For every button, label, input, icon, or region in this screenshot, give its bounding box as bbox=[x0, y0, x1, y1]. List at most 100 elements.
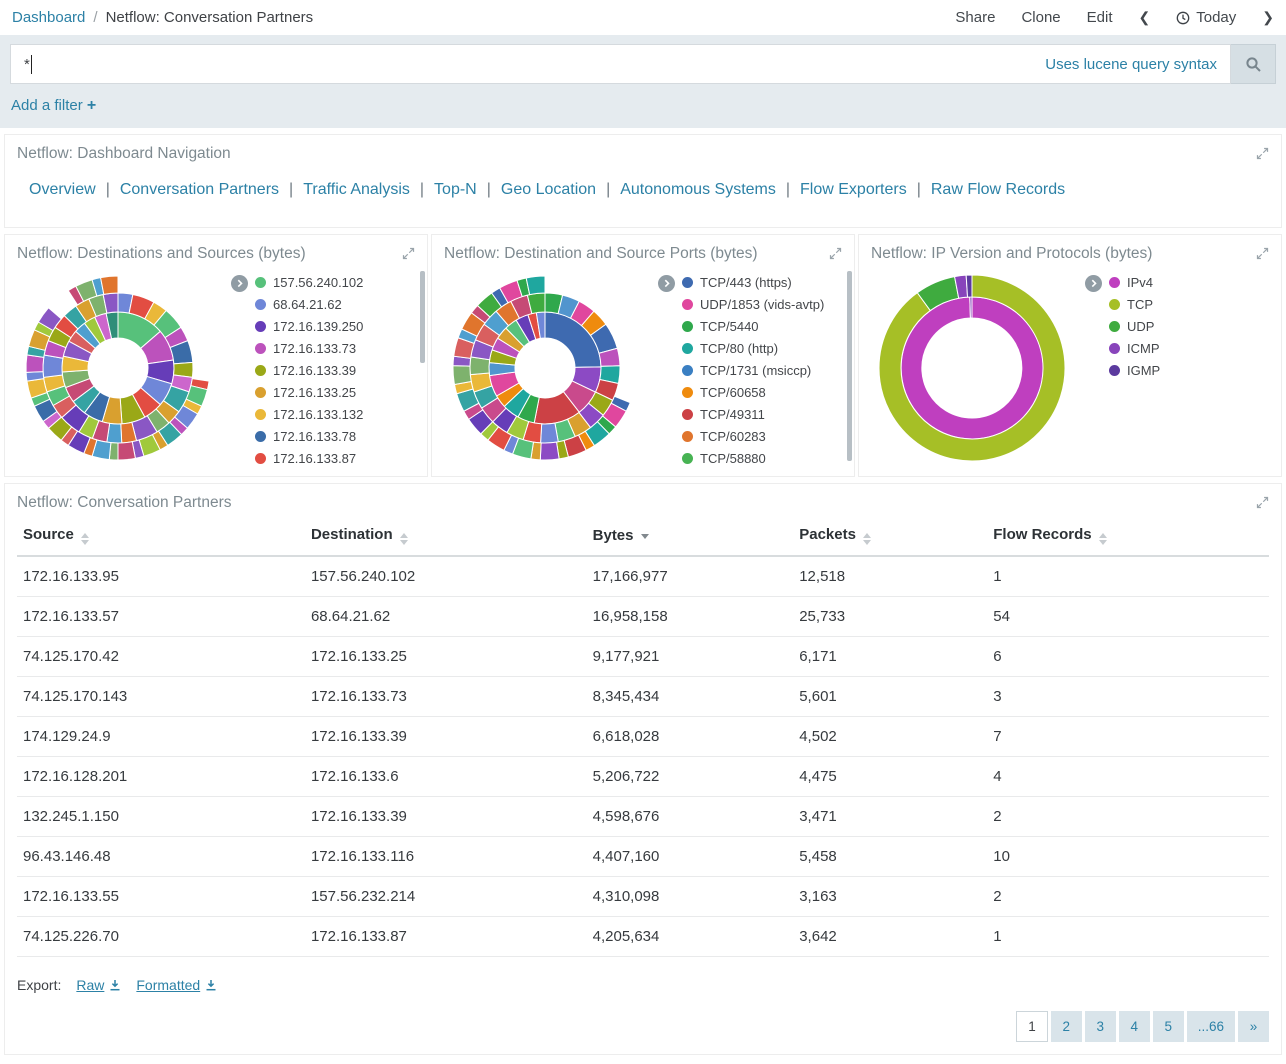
breadcrumb: Dashboard / Netflow: Conversation Partne… bbox=[12, 9, 313, 26]
sunburst-chart[interactable] bbox=[5, 265, 231, 468]
time-picker-button[interactable]: Today bbox=[1176, 9, 1236, 26]
chart-segment[interactable] bbox=[540, 442, 559, 460]
legend-item-tcp[interactable]: TCP bbox=[1109, 297, 1160, 312]
chart-segment[interactable] bbox=[966, 275, 972, 297]
nav-link-conversation-partners[interactable]: Conversation Partners bbox=[120, 181, 279, 198]
nav-link-flow-exporters[interactable]: Flow Exporters bbox=[800, 181, 907, 198]
page-button-next[interactable]: » bbox=[1238, 1011, 1269, 1042]
table-row[interactable]: 172.16.133.5768.64.21.6216,958,15825,733… bbox=[17, 597, 1269, 637]
legend-item-172-16-133-73[interactable]: 172.16.133.73 bbox=[255, 341, 363, 356]
legend-item-tcp-49311[interactable]: TCP/49311 bbox=[682, 407, 824, 422]
legend-item-tcp-60283[interactable]: TCP/60283 bbox=[682, 429, 824, 444]
clone-button[interactable]: Clone bbox=[1021, 9, 1060, 26]
legend-item-udp[interactable]: UDP bbox=[1109, 319, 1160, 334]
column-header-packets[interactable]: Packets bbox=[793, 514, 987, 556]
expand-panel-icon[interactable] bbox=[829, 247, 842, 260]
time-back-button[interactable]: ❮ bbox=[1139, 9, 1151, 26]
page-button-4[interactable]: 4 bbox=[1119, 1011, 1150, 1042]
legend-item-tcp-60658[interactable]: TCP/60658 bbox=[682, 385, 824, 400]
expand-panel-icon[interactable] bbox=[1256, 496, 1269, 509]
nav-link-overview[interactable]: Overview bbox=[29, 181, 96, 198]
chart-segment[interactable] bbox=[526, 276, 545, 295]
table-row[interactable]: 74.125.170.42172.16.133.259,177,9216,171… bbox=[17, 637, 1269, 677]
add-filter-link[interactable]: Add a filter + bbox=[11, 97, 96, 114]
scrollbar[interactable] bbox=[847, 271, 852, 468]
nav-link-top-n[interactable]: Top-N bbox=[434, 181, 477, 198]
legend-item-172-16-133-87[interactable]: 172.16.133.87 bbox=[255, 451, 363, 466]
chart-segment[interactable] bbox=[118, 442, 135, 460]
panel-header: Netflow: Destination and Source Ports (b… bbox=[432, 235, 854, 265]
chart-segment[interactable] bbox=[26, 355, 44, 372]
legend-item-ipv4[interactable]: IPv4 bbox=[1109, 275, 1160, 290]
export-raw-link[interactable]: Raw bbox=[76, 977, 121, 993]
page-button-3[interactable]: 3 bbox=[1085, 1011, 1116, 1042]
chart-segment[interactable] bbox=[541, 423, 559, 443]
table-row[interactable]: 74.125.226.70172.16.133.874,205,6343,642… bbox=[17, 917, 1269, 957]
breadcrumb-dashboard-link[interactable]: Dashboard bbox=[12, 9, 85, 26]
table-cell: 3,471 bbox=[793, 797, 987, 837]
share-button[interactable]: Share bbox=[955, 9, 995, 26]
table-row[interactable]: 74.125.170.143172.16.133.738,345,4345,60… bbox=[17, 677, 1269, 717]
column-header-bytes[interactable]: Bytes bbox=[587, 514, 794, 556]
lucene-syntax-link[interactable]: Uses lucene query syntax bbox=[1045, 56, 1217, 73]
search-button[interactable] bbox=[1231, 44, 1276, 84]
legend-item-172-16-139-250[interactable]: 172.16.139.250 bbox=[255, 319, 363, 334]
chart-segment[interactable] bbox=[101, 276, 118, 294]
table-row[interactable]: 96.43.146.48172.16.133.1164,407,1605,458… bbox=[17, 837, 1269, 877]
scrollbar-thumb[interactable] bbox=[847, 271, 852, 461]
edit-button[interactable]: Edit bbox=[1087, 9, 1113, 26]
page-button-5[interactable]: 5 bbox=[1153, 1011, 1184, 1042]
donut-chart[interactable] bbox=[859, 265, 1085, 468]
chart-segment[interactable] bbox=[453, 366, 471, 385]
export-formatted-link[interactable]: Formatted bbox=[136, 977, 217, 993]
legend-item-tcp-58880[interactable]: TCP/58880 bbox=[682, 451, 824, 466]
legend-item-tcp-5440[interactable]: TCP/5440 bbox=[682, 319, 824, 334]
legend-item-igmp[interactable]: IGMP bbox=[1109, 363, 1160, 378]
legend-item-157-56-240-102[interactable]: 157.56.240.102 bbox=[255, 275, 363, 290]
legend-item-172-16-133-78[interactable]: 172.16.133.78 bbox=[255, 429, 363, 444]
column-header-destination[interactable]: Destination bbox=[305, 514, 587, 556]
legend-item-172-16-133-25[interactable]: 172.16.133.25 bbox=[255, 385, 363, 400]
legend-item-172-16-133-132[interactable]: 172.16.133.132 bbox=[255, 407, 363, 422]
expand-panel-icon[interactable] bbox=[1256, 247, 1269, 260]
nav-link-geo-location[interactable]: Geo Location bbox=[501, 181, 596, 198]
legend-label: IGMP bbox=[1127, 363, 1160, 378]
legend-color-dot bbox=[255, 431, 266, 442]
legend-item-68-64-21-62[interactable]: 68.64.21.62 bbox=[255, 297, 363, 312]
query-input[interactable]: * Uses lucene query syntax bbox=[10, 44, 1231, 84]
table-row[interactable]: 172.16.133.55157.56.232.2144,310,0983,16… bbox=[17, 877, 1269, 917]
page-button-66[interactable]: ...66 bbox=[1187, 1011, 1235, 1042]
expand-panel-icon[interactable] bbox=[402, 247, 415, 260]
table-cell: 74.125.170.143 bbox=[17, 677, 305, 717]
nav-link-traffic-analysis[interactable]: Traffic Analysis bbox=[303, 181, 410, 198]
column-header-flow-records[interactable]: Flow Records bbox=[987, 514, 1269, 556]
legend-item-tcp-1731-msiccp[interactable]: TCP/1731 (msiccp) bbox=[682, 363, 824, 378]
legend-item-udp-1853-vids-avtp[interactable]: UDP/1853 (vids-avtp) bbox=[682, 297, 824, 312]
nav-link-raw-flow-records[interactable]: Raw Flow Records bbox=[931, 181, 1065, 198]
legend-color-dot bbox=[255, 343, 266, 354]
scrollbar-thumb[interactable] bbox=[420, 271, 425, 363]
legend-color-dot bbox=[255, 453, 266, 464]
legend-toggle-button[interactable] bbox=[658, 275, 675, 292]
table-row[interactable]: 172.16.128.201172.16.133.65,206,7224,475… bbox=[17, 757, 1269, 797]
legend-item-icmp[interactable]: ICMP bbox=[1109, 341, 1160, 356]
time-forward-button[interactable]: ❯ bbox=[1262, 9, 1274, 26]
legend-toggle-button[interactable] bbox=[231, 275, 248, 292]
chart-segment[interactable] bbox=[970, 297, 972, 318]
legend-item-172-16-133-39[interactable]: 172.16.133.39 bbox=[255, 363, 363, 378]
expand-panel-icon[interactable] bbox=[1256, 147, 1269, 160]
legend-toggle-button[interactable] bbox=[1085, 275, 1102, 292]
page-button-1[interactable]: 1 bbox=[1016, 1011, 1048, 1042]
sunburst-chart[interactable] bbox=[432, 265, 658, 468]
table-row[interactable]: 174.129.24.9172.16.133.396,618,0284,5027 bbox=[17, 717, 1269, 757]
scrollbar[interactable] bbox=[420, 271, 425, 468]
page-button-2[interactable]: 2 bbox=[1051, 1011, 1082, 1042]
nav-link-autonomous-systems[interactable]: Autonomous Systems bbox=[620, 181, 776, 198]
chart-segment[interactable] bbox=[43, 355, 63, 377]
column-header-source[interactable]: Source bbox=[17, 514, 305, 556]
dashboard-grid: Netflow: Dashboard Navigation Overview|C… bbox=[0, 128, 1286, 1064]
table-row[interactable]: 132.245.1.150172.16.133.394,598,6763,471… bbox=[17, 797, 1269, 837]
table-row[interactable]: 172.16.133.95157.56.240.10217,166,97712,… bbox=[17, 556, 1269, 597]
legend-item-tcp-80-http[interactable]: TCP/80 (http) bbox=[682, 341, 824, 356]
legend-item-tcp-443-https[interactable]: TCP/443 (https) bbox=[682, 275, 824, 290]
